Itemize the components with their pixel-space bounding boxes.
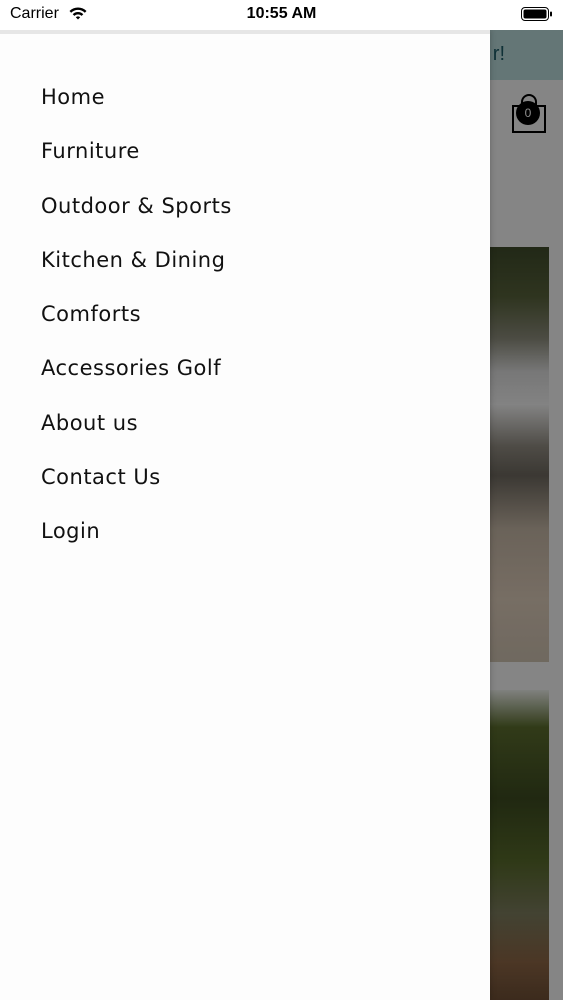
battery-icon xyxy=(521,7,552,21)
menu-item-login[interactable]: Login xyxy=(41,516,232,570)
menu-item-about-us[interactable]: About us xyxy=(41,408,232,462)
menu-item-outdoor-sports[interactable]: Outdoor & Sports xyxy=(41,191,232,245)
menu-item-home[interactable]: Home xyxy=(41,82,232,136)
menu-item-accessories-golf[interactable]: Accessories Golf xyxy=(41,353,232,407)
drawer-divider xyxy=(0,30,490,34)
clock: 10:55 AM xyxy=(246,5,317,22)
navigation-drawer: Home Furniture Outdoor & Sports Kitchen … xyxy=(0,30,490,1000)
status-bar: Carrier 10:55 AM xyxy=(0,0,563,30)
menu-item-kitchen-dining[interactable]: Kitchen & Dining xyxy=(41,245,232,299)
menu-item-comforts[interactable]: Comforts xyxy=(41,299,232,353)
menu-item-furniture[interactable]: Furniture xyxy=(41,136,232,190)
drawer-menu: Home Furniture Outdoor & Sports Kitchen … xyxy=(41,82,232,571)
menu-item-contact-us[interactable]: Contact Us xyxy=(41,462,232,516)
